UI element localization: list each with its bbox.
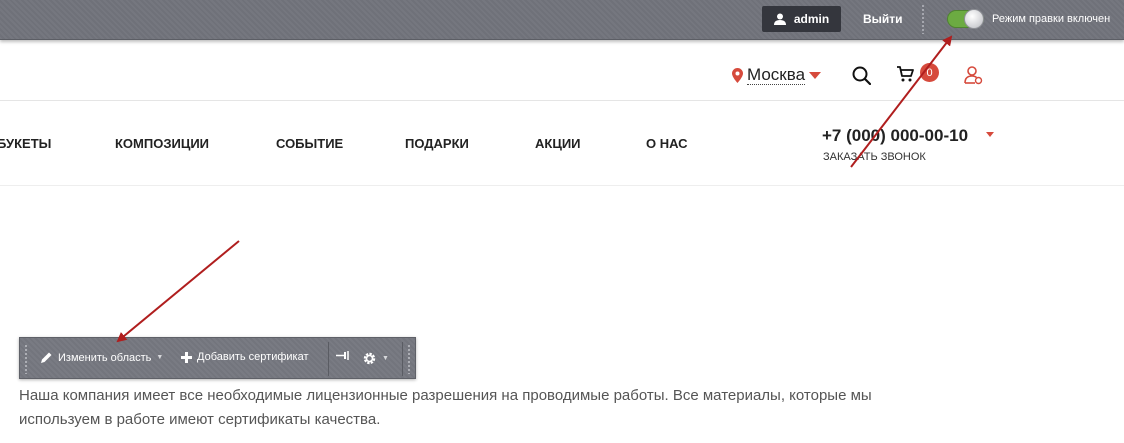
user-icon[interactable]	[963, 65, 983, 85]
location-pin-icon	[732, 68, 743, 83]
callback-link[interactable]: ЗАКАЗАТЬ ЗВОНОК	[823, 151, 926, 163]
caret-down-icon	[809, 71, 822, 79]
pin-icon	[336, 351, 349, 360]
edit-mode-label: Режим правки включен	[992, 13, 1111, 25]
city-selector[interactable]: Москва	[732, 65, 822, 85]
city-name: Москва	[747, 65, 806, 85]
toolbar-divider	[402, 342, 403, 376]
main-navigation: БУКЕТЫ КОМПОЗИЦИИ СОБЫТИЕ ПОДАРКИ АКЦИИ …	[0, 101, 1124, 186]
nav-item-about[interactable]: О НАС	[646, 136, 688, 151]
annotation-arrow	[116, 240, 240, 343]
admin-user-button[interactable]: admin	[762, 6, 841, 32]
toolbar-drag-handle[interactable]	[407, 344, 411, 374]
search-icon[interactable]	[852, 66, 871, 85]
dropdown-arrow-icon: ▼	[382, 355, 389, 362]
edit-area-button[interactable]: Изменить область ▼	[40, 351, 163, 364]
nav-item-compositions[interactable]: КОМПОЗИЦИИ	[115, 136, 209, 151]
content-text: Наша компания имеет все необходимые лице…	[19, 387, 872, 428]
pencil-icon	[41, 352, 52, 363]
phone-number[interactable]: +7 (000) 000-00-10	[822, 126, 968, 146]
logout-link[interactable]: Выйти	[863, 12, 903, 26]
pin-button[interactable]	[336, 351, 349, 360]
toolbar-drag-handle[interactable]	[24, 344, 28, 374]
gear-icon	[363, 352, 376, 365]
nav-item-bouquets[interactable]: БУКЕТЫ	[0, 136, 51, 151]
site-header: Москва 0	[0, 41, 1124, 101]
user-icon	[773, 13, 786, 25]
settings-button[interactable]: ▼	[362, 351, 389, 366]
add-certificate-button[interactable]: Добавить сертификат	[181, 351, 309, 363]
nav-item-promotions[interactable]: АКЦИИ	[535, 136, 581, 151]
edit-area-label: Изменить область	[58, 351, 152, 364]
dropdown-arrow-icon: ▼	[156, 354, 164, 361]
toolbar-divider	[328, 342, 329, 376]
nav-item-gifts[interactable]: ПОДАРКИ	[405, 136, 469, 151]
edit-mode-toggle[interactable]	[947, 9, 984, 29]
add-certificate-label: Добавить сертификат	[197, 351, 309, 363]
cart-icon[interactable]	[896, 65, 916, 83]
toggle-knob	[964, 9, 984, 29]
admin-user-label: admin	[793, 12, 830, 26]
admin-panel: admin Выйти Режим правки включен	[0, 0, 1124, 40]
plus-icon	[181, 351, 192, 363]
nav-item-event[interactable]: СОБЫТИЕ	[276, 136, 343, 151]
area-edit-toolbar: Изменить область ▼ Добавить сертификат ▼	[19, 337, 416, 379]
caret-down-icon[interactable]	[986, 132, 994, 138]
cart-count-badge: 0	[920, 63, 939, 82]
panel-drag-handle[interactable]	[921, 4, 925, 34]
